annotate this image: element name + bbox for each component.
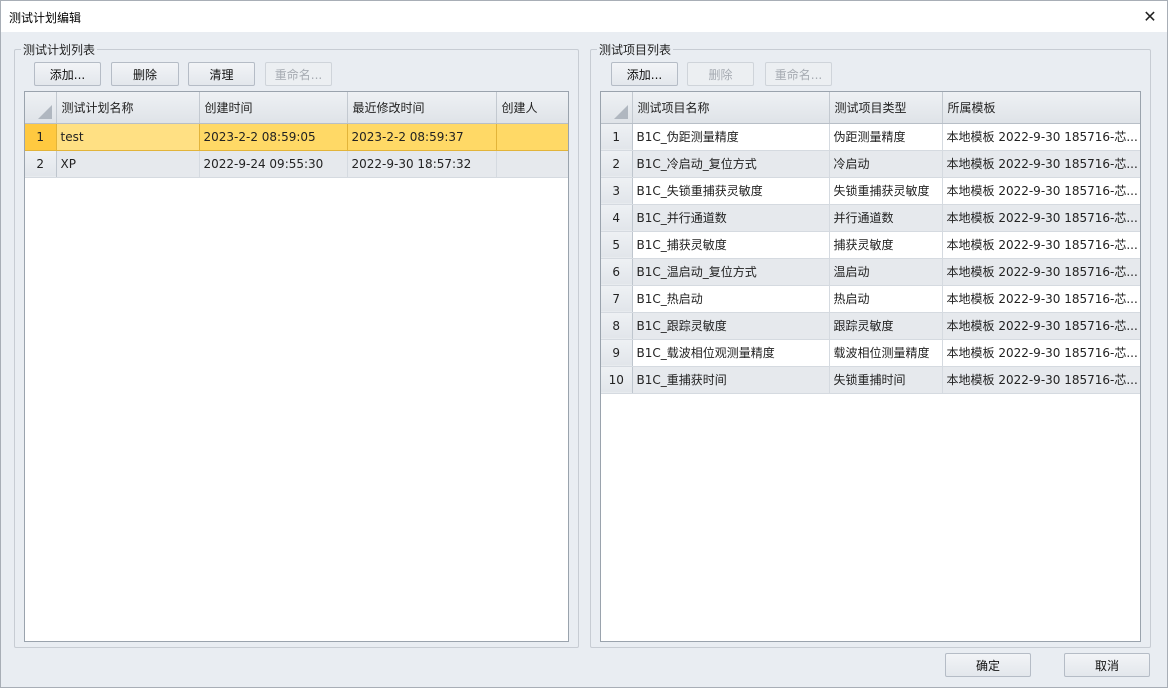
row-number: 3 (601, 177, 633, 205)
column-header-template[interactable]: 所属模板 (942, 92, 1140, 124)
item-name-cell[interactable]: B1C_跟踪灵敏度 (632, 312, 830, 340)
plan-add-button[interactable]: 添加... (34, 62, 101, 86)
column-header-item-type[interactable]: 测试项目类型 (829, 92, 943, 124)
template-cell[interactable]: 本地模板 2022-9-30 185716-芯... (942, 285, 1140, 313)
plan-delete-button[interactable]: 删除 (111, 62, 179, 86)
column-header-item-name[interactable]: 测试项目名称 (632, 92, 830, 124)
item-type-cell[interactable]: 并行通道数 (829, 204, 943, 232)
column-header-created-time[interactable]: 创建时间 (199, 92, 348, 124)
created-time-cell[interactable]: 2023-2-2 08:59:05 (199, 123, 348, 151)
select-all-corner[interactable] (25, 92, 57, 124)
table-row[interactable]: 4 B1C_并行通道数 并行通道数 本地模板 2022-9-30 185716-芯..… (601, 204, 1140, 232)
item-name-cell[interactable]: B1C_失锁重捕获灵敏度 (632, 177, 830, 205)
template-cell[interactable]: 本地模板 2022-9-30 185716-芯... (942, 123, 1140, 151)
column-header-modified-time[interactable]: 最近修改时间 (347, 92, 497, 124)
item-name-cell[interactable]: B1C_载波相位观测量精度 (632, 339, 830, 367)
template-cell[interactable]: 本地模板 2022-9-30 185716-芯... (942, 231, 1140, 259)
close-button[interactable]: ✕ (1133, 1, 1167, 32)
table-row[interactable]: 9 B1C_载波相位观测量精度 载波相位测量精度 本地模板 2022-9-30 185… (601, 339, 1140, 367)
creator-cell[interactable] (496, 150, 568, 178)
corner-triangle-icon (613, 104, 628, 119)
close-icon: ✕ (1143, 7, 1157, 26)
creator-cell[interactable] (496, 123, 568, 151)
template-cell[interactable]: 本地模板 2022-9-30 185716-芯... (942, 339, 1140, 367)
cancel-button[interactable]: 取消 (1064, 653, 1150, 677)
row-number: 9 (601, 339, 633, 367)
plan-name-cell[interactable]: XP (56, 150, 200, 178)
item-type-cell[interactable]: 载波相位测量精度 (829, 339, 943, 367)
table-row[interactable]: 1 test 2023-2-2 08:59:05 2023-2-2 08:59:… (25, 123, 568, 151)
row-number: 7 (601, 285, 633, 313)
item-delete-button[interactable]: 删除 (687, 62, 754, 86)
row-number: 8 (601, 312, 633, 340)
modified-time-cell[interactable]: 2022-9-30 18:57:32 (347, 150, 497, 178)
table-row[interactable]: 10 B1C_重捕获时间 失锁重捕时间 本地模板 2022-9-30 185716-芯… (601, 366, 1140, 394)
item-name-cell[interactable]: B1C_温启动_复位方式 (632, 258, 830, 286)
table-row[interactable]: 3 B1C_失锁重捕获灵敏度 失锁重捕获灵敏度 本地模板 2022-9-30 1857… (601, 177, 1140, 205)
item-name-cell[interactable]: B1C_捕获灵敏度 (632, 231, 830, 259)
template-cell[interactable]: 本地模板 2022-9-30 185716-芯... (942, 366, 1140, 394)
table-row[interactable]: 6 B1C_温启动_复位方式 温启动 本地模板 2022-9-30 185716-芯.… (601, 258, 1140, 286)
plan-rename-button[interactable]: 重命名... (265, 62, 332, 86)
item-type-cell[interactable]: 冷启动 (829, 150, 943, 178)
row-number: 5 (601, 231, 633, 259)
plan-table-header: 测试计划名称 创建时间 最近修改时间 创建人 (25, 92, 568, 124)
template-cell[interactable]: 本地模板 2022-9-30 185716-芯... (942, 177, 1140, 205)
item-type-cell[interactable]: 跟踪灵敏度 (829, 312, 943, 340)
title-bar[interactable]: 测试计划编辑 ✕ (1, 1, 1167, 32)
plan-clear-button[interactable]: 清理 (188, 62, 255, 86)
row-number: 10 (601, 366, 633, 394)
item-type-cell[interactable]: 失锁重捕时间 (829, 366, 943, 394)
row-number: 4 (601, 204, 633, 232)
corner-triangle-icon (37, 104, 52, 119)
item-name-cell[interactable]: B1C_并行通道数 (632, 204, 830, 232)
item-rename-button[interactable]: 重命名... (765, 62, 832, 86)
column-header-plan-name[interactable]: 测试计划名称 (56, 92, 200, 124)
modified-time-cell[interactable]: 2023-2-2 08:59:37 (347, 123, 497, 151)
item-name-cell[interactable]: B1C_热启动 (632, 285, 830, 313)
plan-name-cell[interactable]: test (56, 123, 200, 151)
table-row[interactable]: 5 B1C_捕获灵敏度 捕获灵敏度 本地模板 2022-9-30 185716-芯..… (601, 231, 1140, 259)
ok-button[interactable]: 确定 (945, 653, 1031, 677)
row-number: 2 (25, 150, 57, 178)
item-type-cell[interactable]: 伪距测量精度 (829, 123, 943, 151)
plan-list-group-title: 测试计划列表 (21, 41, 98, 58)
item-name-cell[interactable]: B1C_重捕获时间 (632, 366, 830, 394)
plan-table: 测试计划名称 创建时间 最近修改时间 创建人 1 test 2023-2-2 0… (24, 91, 569, 642)
row-number: 1 (25, 123, 57, 151)
table-row[interactable]: 2 B1C_冷启动_复位方式 冷启动 本地模板 2022-9-30 185716-芯.… (601, 150, 1140, 178)
created-time-cell[interactable]: 2022-9-24 09:55:30 (199, 150, 348, 178)
item-table: 测试项目名称 测试项目类型 所属模板 1 B1C_伪距测量精度 伪距测量精度 本地模板… (600, 91, 1141, 642)
item-type-cell[interactable]: 捕获灵敏度 (829, 231, 943, 259)
item-list-group-title: 测试项目列表 (597, 41, 674, 58)
table-row[interactable]: 8 B1C_跟踪灵敏度 跟踪灵敏度 本地模板 2022-9-30 185716-芯..… (601, 312, 1140, 340)
item-table-header: 测试项目名称 测试项目类型 所属模板 (601, 92, 1140, 124)
template-cell[interactable]: 本地模板 2022-9-30 185716-芯... (942, 150, 1140, 178)
item-add-button[interactable]: 添加... (611, 62, 678, 86)
window-title: 测试计划编辑 (9, 11, 82, 25)
item-name-cell[interactable]: B1C_冷启动_复位方式 (632, 150, 830, 178)
select-all-corner[interactable] (601, 92, 633, 124)
dialog-window: 测试计划编辑 ✕ 测试计划列表 添加... 删除 清理 重命名... 测试计划名… (0, 0, 1168, 688)
item-name-cell[interactable]: B1C_伪距测量精度 (632, 123, 830, 151)
item-type-cell[interactable]: 热启动 (829, 285, 943, 313)
template-cell[interactable]: 本地模板 2022-9-30 185716-芯... (942, 312, 1140, 340)
row-number: 6 (601, 258, 633, 286)
template-cell[interactable]: 本地模板 2022-9-30 185716-芯... (942, 258, 1140, 286)
table-row[interactable]: 7 B1C_热启动 热启动 本地模板 2022-9-30 185716-芯... (601, 285, 1140, 313)
item-type-cell[interactable]: 失锁重捕获灵敏度 (829, 177, 943, 205)
row-number: 1 (601, 123, 633, 151)
table-row[interactable]: 1 B1C_伪距测量精度 伪距测量精度 本地模板 2022-9-30 185716-芯… (601, 123, 1140, 151)
row-number: 2 (601, 150, 633, 178)
template-cell[interactable]: 本地模板 2022-9-30 185716-芯... (942, 204, 1140, 232)
item-type-cell[interactable]: 温启动 (829, 258, 943, 286)
table-row[interactable]: 2 XP 2022-9-24 09:55:30 2022-9-30 18:57:… (25, 150, 568, 178)
column-header-creator[interactable]: 创建人 (496, 92, 568, 124)
